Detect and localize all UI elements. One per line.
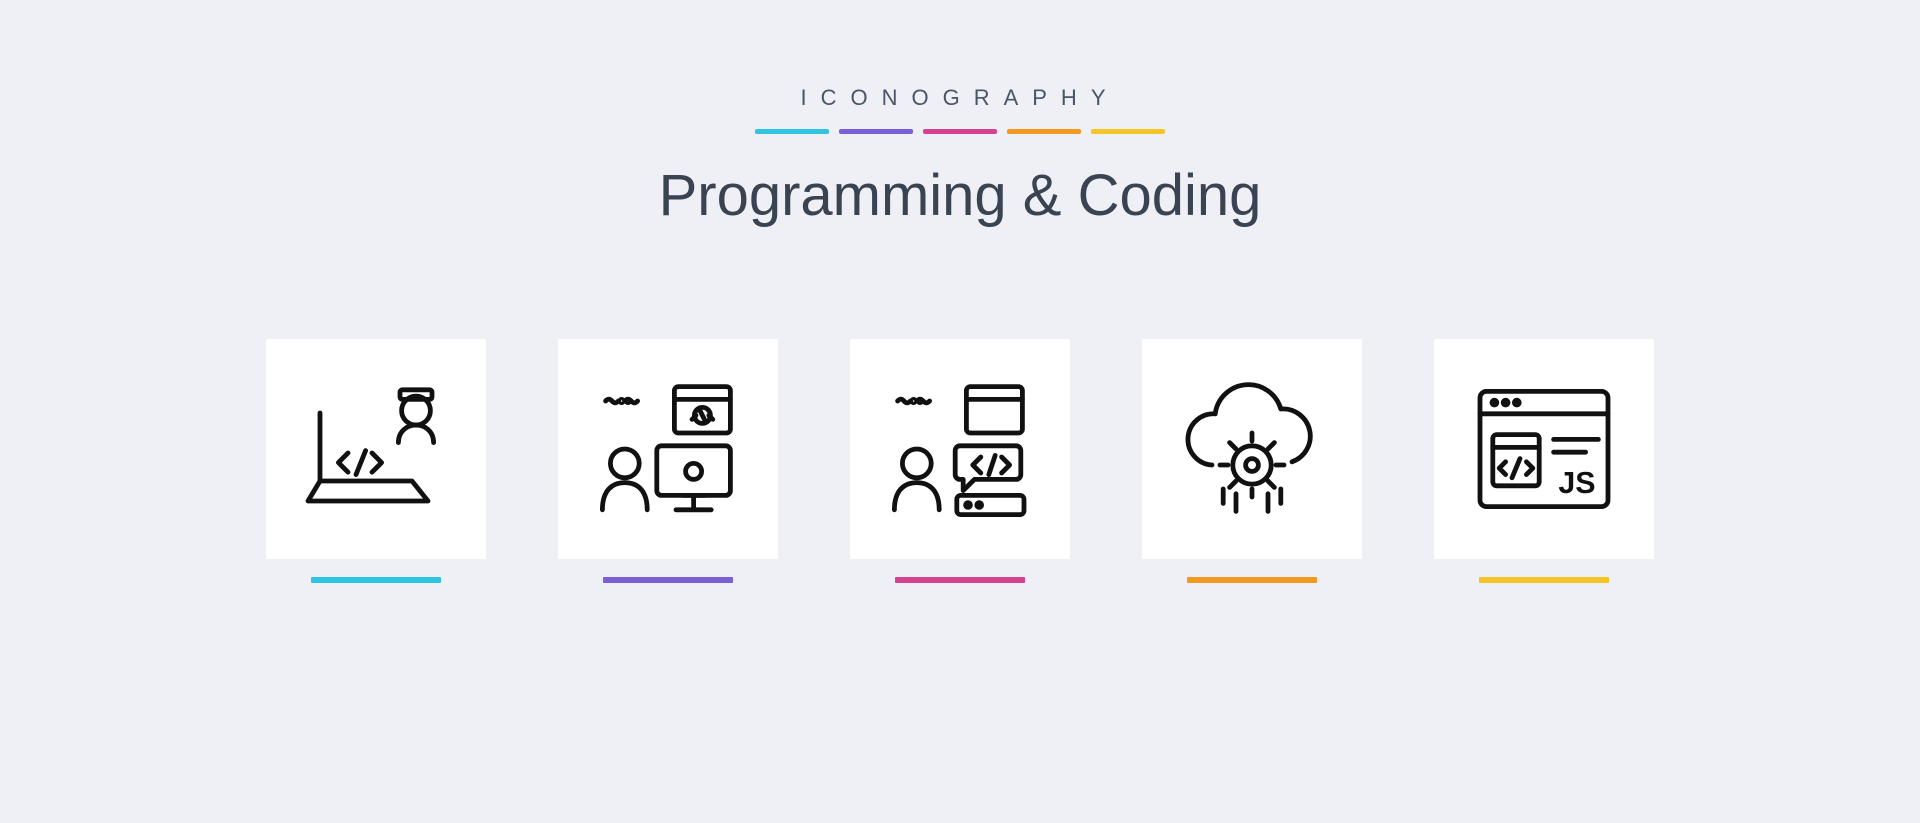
browser-js-icon: JS — [1434, 339, 1654, 559]
icon-card-3 — [850, 339, 1070, 583]
laptop-developer-icon — [266, 339, 486, 559]
underline-seg-5 — [1091, 129, 1165, 134]
svg-text:JS: JS — [1558, 466, 1595, 500]
card-underline-5 — [1479, 577, 1609, 583]
card-underline-3 — [895, 577, 1025, 583]
icon-card-4 — [1142, 339, 1362, 583]
page-title: Programming & Coding — [659, 162, 1262, 229]
underline-seg-1 — [755, 129, 829, 134]
user-desktop-code-icon — [558, 339, 778, 559]
icon-card-2 — [558, 339, 778, 583]
icon-row: JS — [266, 339, 1654, 583]
underline-seg-3 — [923, 129, 997, 134]
underline-seg-2 — [839, 129, 913, 134]
overline-underline — [659, 129, 1262, 134]
user-server-code-icon — [850, 339, 1070, 559]
underline-seg-4 — [1007, 129, 1081, 134]
cloud-gear-icon — [1142, 339, 1362, 559]
overline-text: ICONOGRAPHY — [659, 85, 1262, 111]
icon-card-5: JS — [1434, 339, 1654, 583]
page: ICONOGRAPHY Programming & Coding — [0, 0, 1920, 823]
card-underline-2 — [603, 577, 733, 583]
card-underline-4 — [1187, 577, 1317, 583]
card-underline-1 — [311, 577, 441, 583]
icon-card-1 — [266, 339, 486, 583]
header: ICONOGRAPHY Programming & Coding — [659, 85, 1262, 229]
